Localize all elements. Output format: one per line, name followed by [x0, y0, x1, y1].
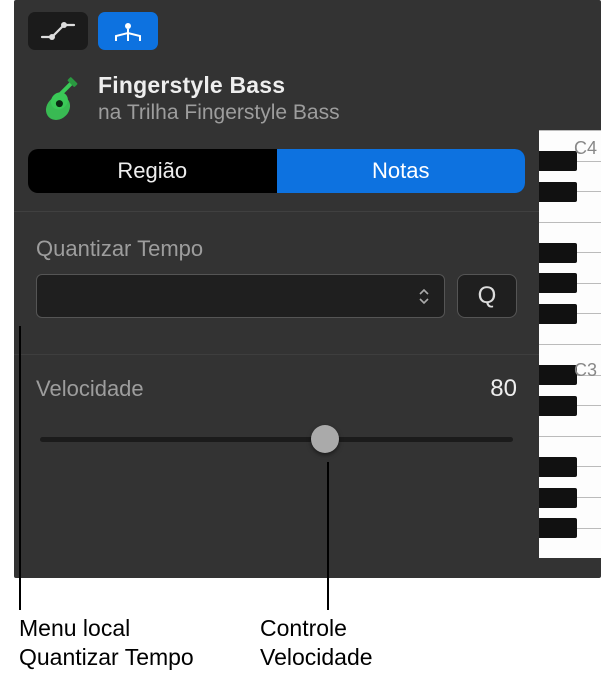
octave-label-c4: C4	[574, 138, 597, 159]
region-header: Fingerstyle Bass na Trilha Fingerstyle B…	[14, 50, 539, 143]
quantize-button[interactable]: Q	[457, 274, 517, 318]
tab-region[interactable]: Região	[28, 149, 277, 193]
view-toolbar	[14, 0, 539, 50]
region-subtitle: na Trilha Fingerstyle Bass	[98, 101, 340, 125]
midi-merge-icon	[110, 19, 146, 43]
piano-ruler[interactable]	[539, 130, 601, 558]
callout-line	[327, 462, 329, 610]
automation-curve-icon	[40, 21, 76, 41]
velocity-label: Velocidade	[36, 376, 144, 402]
callout-quantize-menu: Menu local Quantizar Tempo	[19, 614, 194, 672]
quantize-time-menu[interactable]	[36, 274, 445, 318]
slider-track	[40, 437, 513, 442]
inspector-tabs: Região Notas	[28, 149, 525, 193]
divider	[14, 211, 539, 212]
automation-view-button[interactable]	[28, 12, 88, 50]
inspector-panel: Fingerstyle Bass na Trilha Fingerstyle B…	[14, 0, 601, 578]
octave-label-c3: C3	[574, 360, 597, 381]
track-icon	[32, 72, 84, 124]
callout-line	[19, 326, 21, 610]
midi-edit-button[interactable]	[98, 12, 158, 50]
divider	[14, 354, 539, 355]
region-title: Fingerstyle Bass	[98, 72, 340, 99]
velocity-slider[interactable]	[36, 425, 517, 453]
quantize-label: Quantizar Tempo	[36, 236, 517, 262]
velocity-value: 80	[490, 375, 517, 403]
guitar-icon	[33, 73, 83, 123]
velocity-section: Velocidade 80	[14, 355, 539, 453]
slider-knob[interactable]	[311, 425, 339, 453]
chevron-updown-icon	[414, 275, 434, 317]
callout-velocity-control: Controle Velocidade	[260, 614, 373, 672]
quantize-section: Quantizar Tempo Q	[14, 212, 539, 328]
tab-notes[interactable]: Notas	[277, 149, 526, 193]
